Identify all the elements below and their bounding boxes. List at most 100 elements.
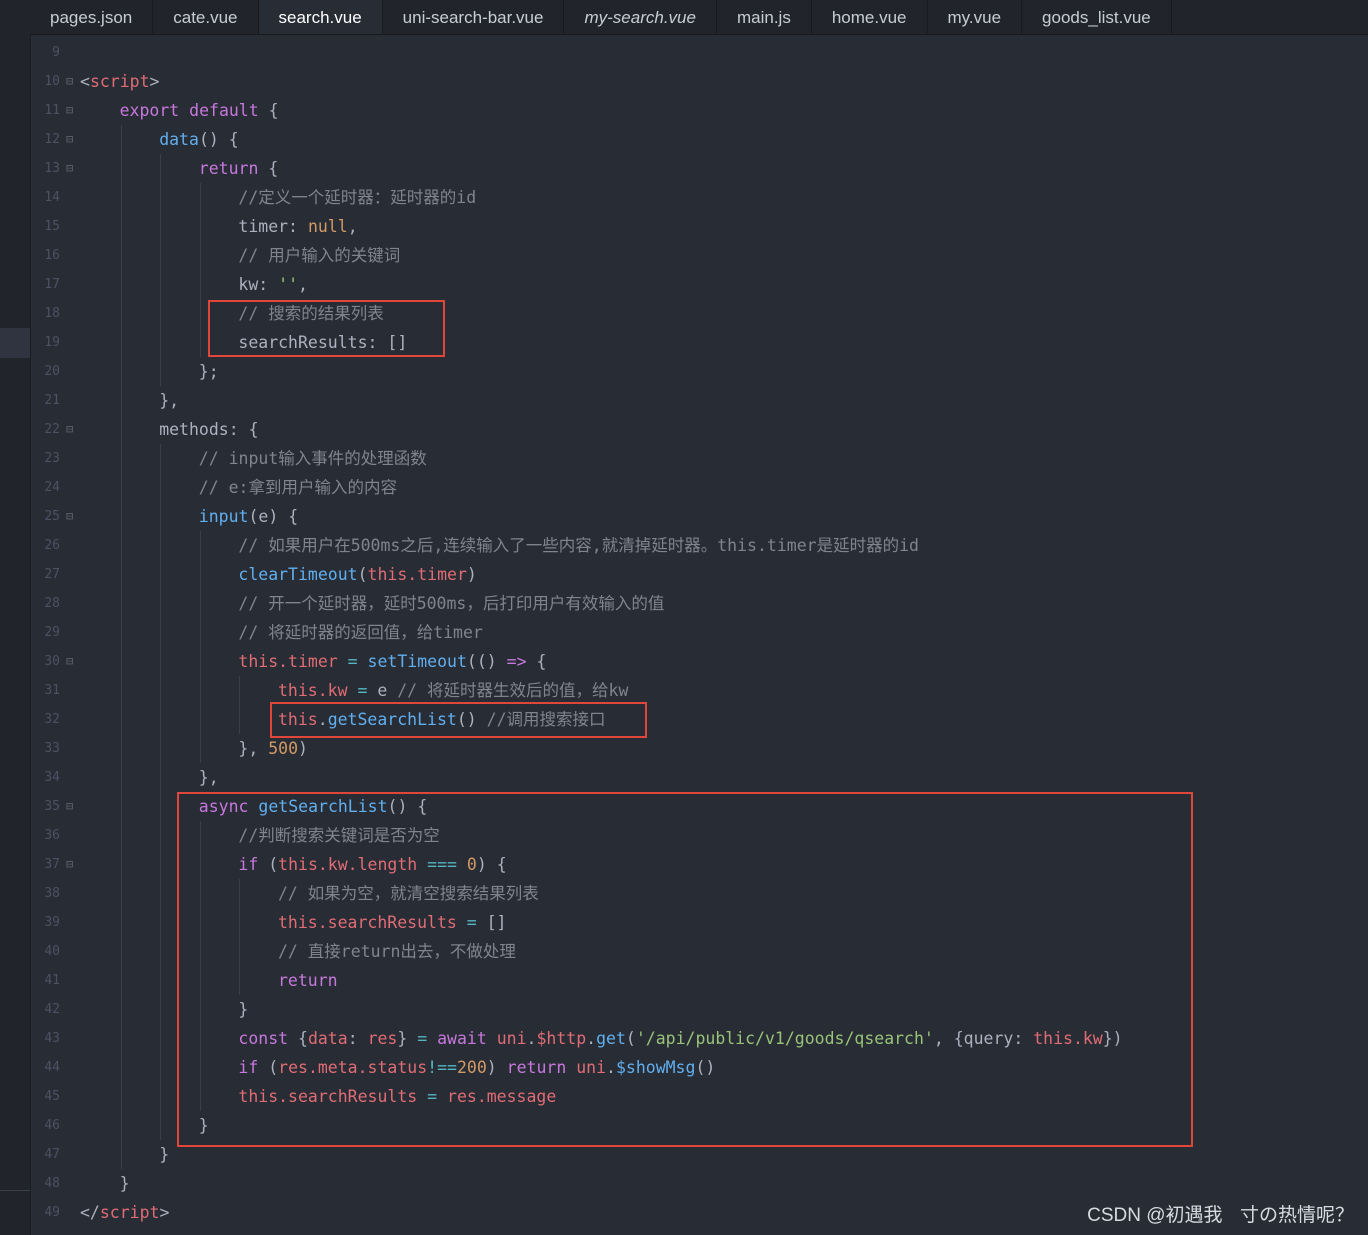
indent-guide [120,589,122,618]
code-line[interactable]: 26 // 如果用户在500ms之后,连续输入了一些内容,就清掉延时器。this.… [30,531,1368,560]
tab-home-vue[interactable]: home.vue [812,0,928,34]
line-number: 40 [44,944,60,959]
indent-guide [120,241,122,270]
code-line[interactable]: 16 // 用户输入的关键词 [30,241,1368,270]
code-text: }, 500) [238,734,308,763]
indent-guide [160,270,162,299]
line-number: 36 [44,828,60,843]
tab-uni-search-bar-vue[interactable]: uni-search-bar.vue [383,0,565,34]
fold-toggle-icon[interactable]: ⊟ [66,647,73,676]
fold-toggle-icon[interactable]: ⊟ [66,502,73,531]
code-token: this.timer [238,652,338,671]
code-token: this.kw [278,681,348,700]
code-token: methods: { [159,420,259,439]
code-token: // 将延时器生效后的值，给kw [397,681,629,700]
line-number: 44 [44,1060,60,1075]
indent-guide [120,618,122,647]
indent-guide [120,212,122,241]
code-line[interactable]: 31 this.kw = e // 将延时器生效后的值，给kw [30,676,1368,705]
indent-guide [120,125,122,154]
line-number: 32 [44,712,60,727]
code-token: , [298,275,308,294]
fold-toggle-icon[interactable]: ⊟ [66,125,73,154]
code-line[interactable]: 27 clearTimeout(this.timer) [30,560,1368,589]
tab-pages-json[interactable]: pages.json [30,0,154,34]
code-line[interactable]: 13 ⊟ return { [30,154,1368,183]
code-token: timer: [238,217,308,236]
fold-toggle-icon[interactable]: ⊟ [66,67,73,96]
tab-my-vue[interactable]: my.vue [928,0,1023,34]
fold-toggle-icon[interactable]: ⊟ [66,415,73,444]
code-token: script [89,72,150,91]
code-token: return [198,159,259,178]
code-line[interactable]: 34}, [30,763,1368,792]
code-text: }, [159,386,179,415]
code-line[interactable]: 14 //定义一个延时器：延时器的id [30,183,1368,212]
code-token: //定义一个延时器：延时器的id [238,188,477,207]
fold-toggle-icon[interactable]: ⊟ [66,154,73,183]
code-line[interactable]: 9 [30,38,1368,67]
code-token: ) [466,565,477,584]
code-token: (() [466,652,507,671]
tab-goods-list-vue[interactable]: goods_list.vue [1022,0,1172,34]
tab-main-js[interactable]: main.js [717,0,812,34]
code-token: default [189,101,259,120]
indent-guide [199,531,201,560]
tab-search-vue[interactable]: search.vue [258,0,383,34]
code-line[interactable]: 30 ⊟ this.timer = setTimeout(() => { [30,647,1368,676]
code-line[interactable]: 23 // input输入事件的处理函数 [30,444,1368,473]
code-line[interactable]: 24 // e:拿到用户输入的内容 [30,473,1368,502]
indent-guide [160,676,162,705]
code-token: kw: [238,275,279,294]
indent-guide [120,1024,122,1053]
code-line[interactable]: 10 ⊟ <script> [30,67,1368,96]
code-line[interactable]: 32 this.getSearchList() //调用搜索接口 [30,705,1368,734]
fold-toggle-icon[interactable]: ⊟ [66,96,73,125]
tab-cate-vue[interactable]: cate.vue [153,0,259,34]
indent-guide [199,560,201,589]
code-line[interactable]: 12 ⊟ data() { [30,125,1368,154]
code-line[interactable]: 25 ⊟ input(e) { [30,502,1368,531]
code-line[interactable]: 20}; [30,357,1368,386]
line-number: 42 [44,1002,60,1017]
indent-guide [120,908,122,937]
code-line[interactable]: 29 // 将延时器的返回值，给timer [30,618,1368,647]
sidebar-divider [0,1190,30,1191]
indent-guide [199,705,201,734]
code-text: // 开一个延时器，延时500ms，后打印用户有效输入的值 [238,589,664,618]
code-token: ) [298,739,308,758]
indent-guide [160,879,162,908]
code-token: input [198,507,249,526]
tab-my-search-vue[interactable]: my-search.vue [564,0,717,34]
code-token: { [526,652,547,671]
code-line[interactable]: 21}, [30,386,1368,415]
line-number: 24 [44,480,60,495]
line-number: 37 [44,857,60,872]
code-line[interactable]: 48} [30,1169,1368,1198]
indent-guide [120,734,122,763]
line-number: 14 [44,190,60,205]
indent-guide [199,299,201,328]
code-line[interactable]: 15 timer: null, [30,212,1368,241]
indent-guide [160,966,162,995]
code-text: methods: { [159,415,258,444]
line-number: 21 [44,393,60,408]
fold-toggle-icon[interactable]: ⊟ [66,850,73,879]
code-token: , [347,217,358,236]
code-token: }, [159,391,180,410]
code-token: }, [238,739,269,758]
code-line[interactable]: 22 ⊟ methods: { [30,415,1368,444]
code-line[interactable]: 33}, 500) [30,734,1368,763]
line-number: 34 [44,770,60,785]
indent-guide [160,937,162,966]
code-line[interactable]: 11 ⊟ export default { [30,96,1368,125]
line-number: 18 [44,306,60,321]
code-line[interactable]: 17 kw: '', [30,270,1368,299]
indent-guide [199,270,201,299]
indent-guide [160,850,162,879]
indent-guide [160,1082,162,1111]
highlight-box-search-results [208,300,445,357]
fold-toggle-icon[interactable]: ⊟ [66,792,73,821]
code-line[interactable]: 28 // 开一个延时器，延时500ms，后打印用户有效输入的值 [30,589,1368,618]
editor-tab-bar: pages.json cate.vue search.vue uni-search-b… [30,0,1368,35]
